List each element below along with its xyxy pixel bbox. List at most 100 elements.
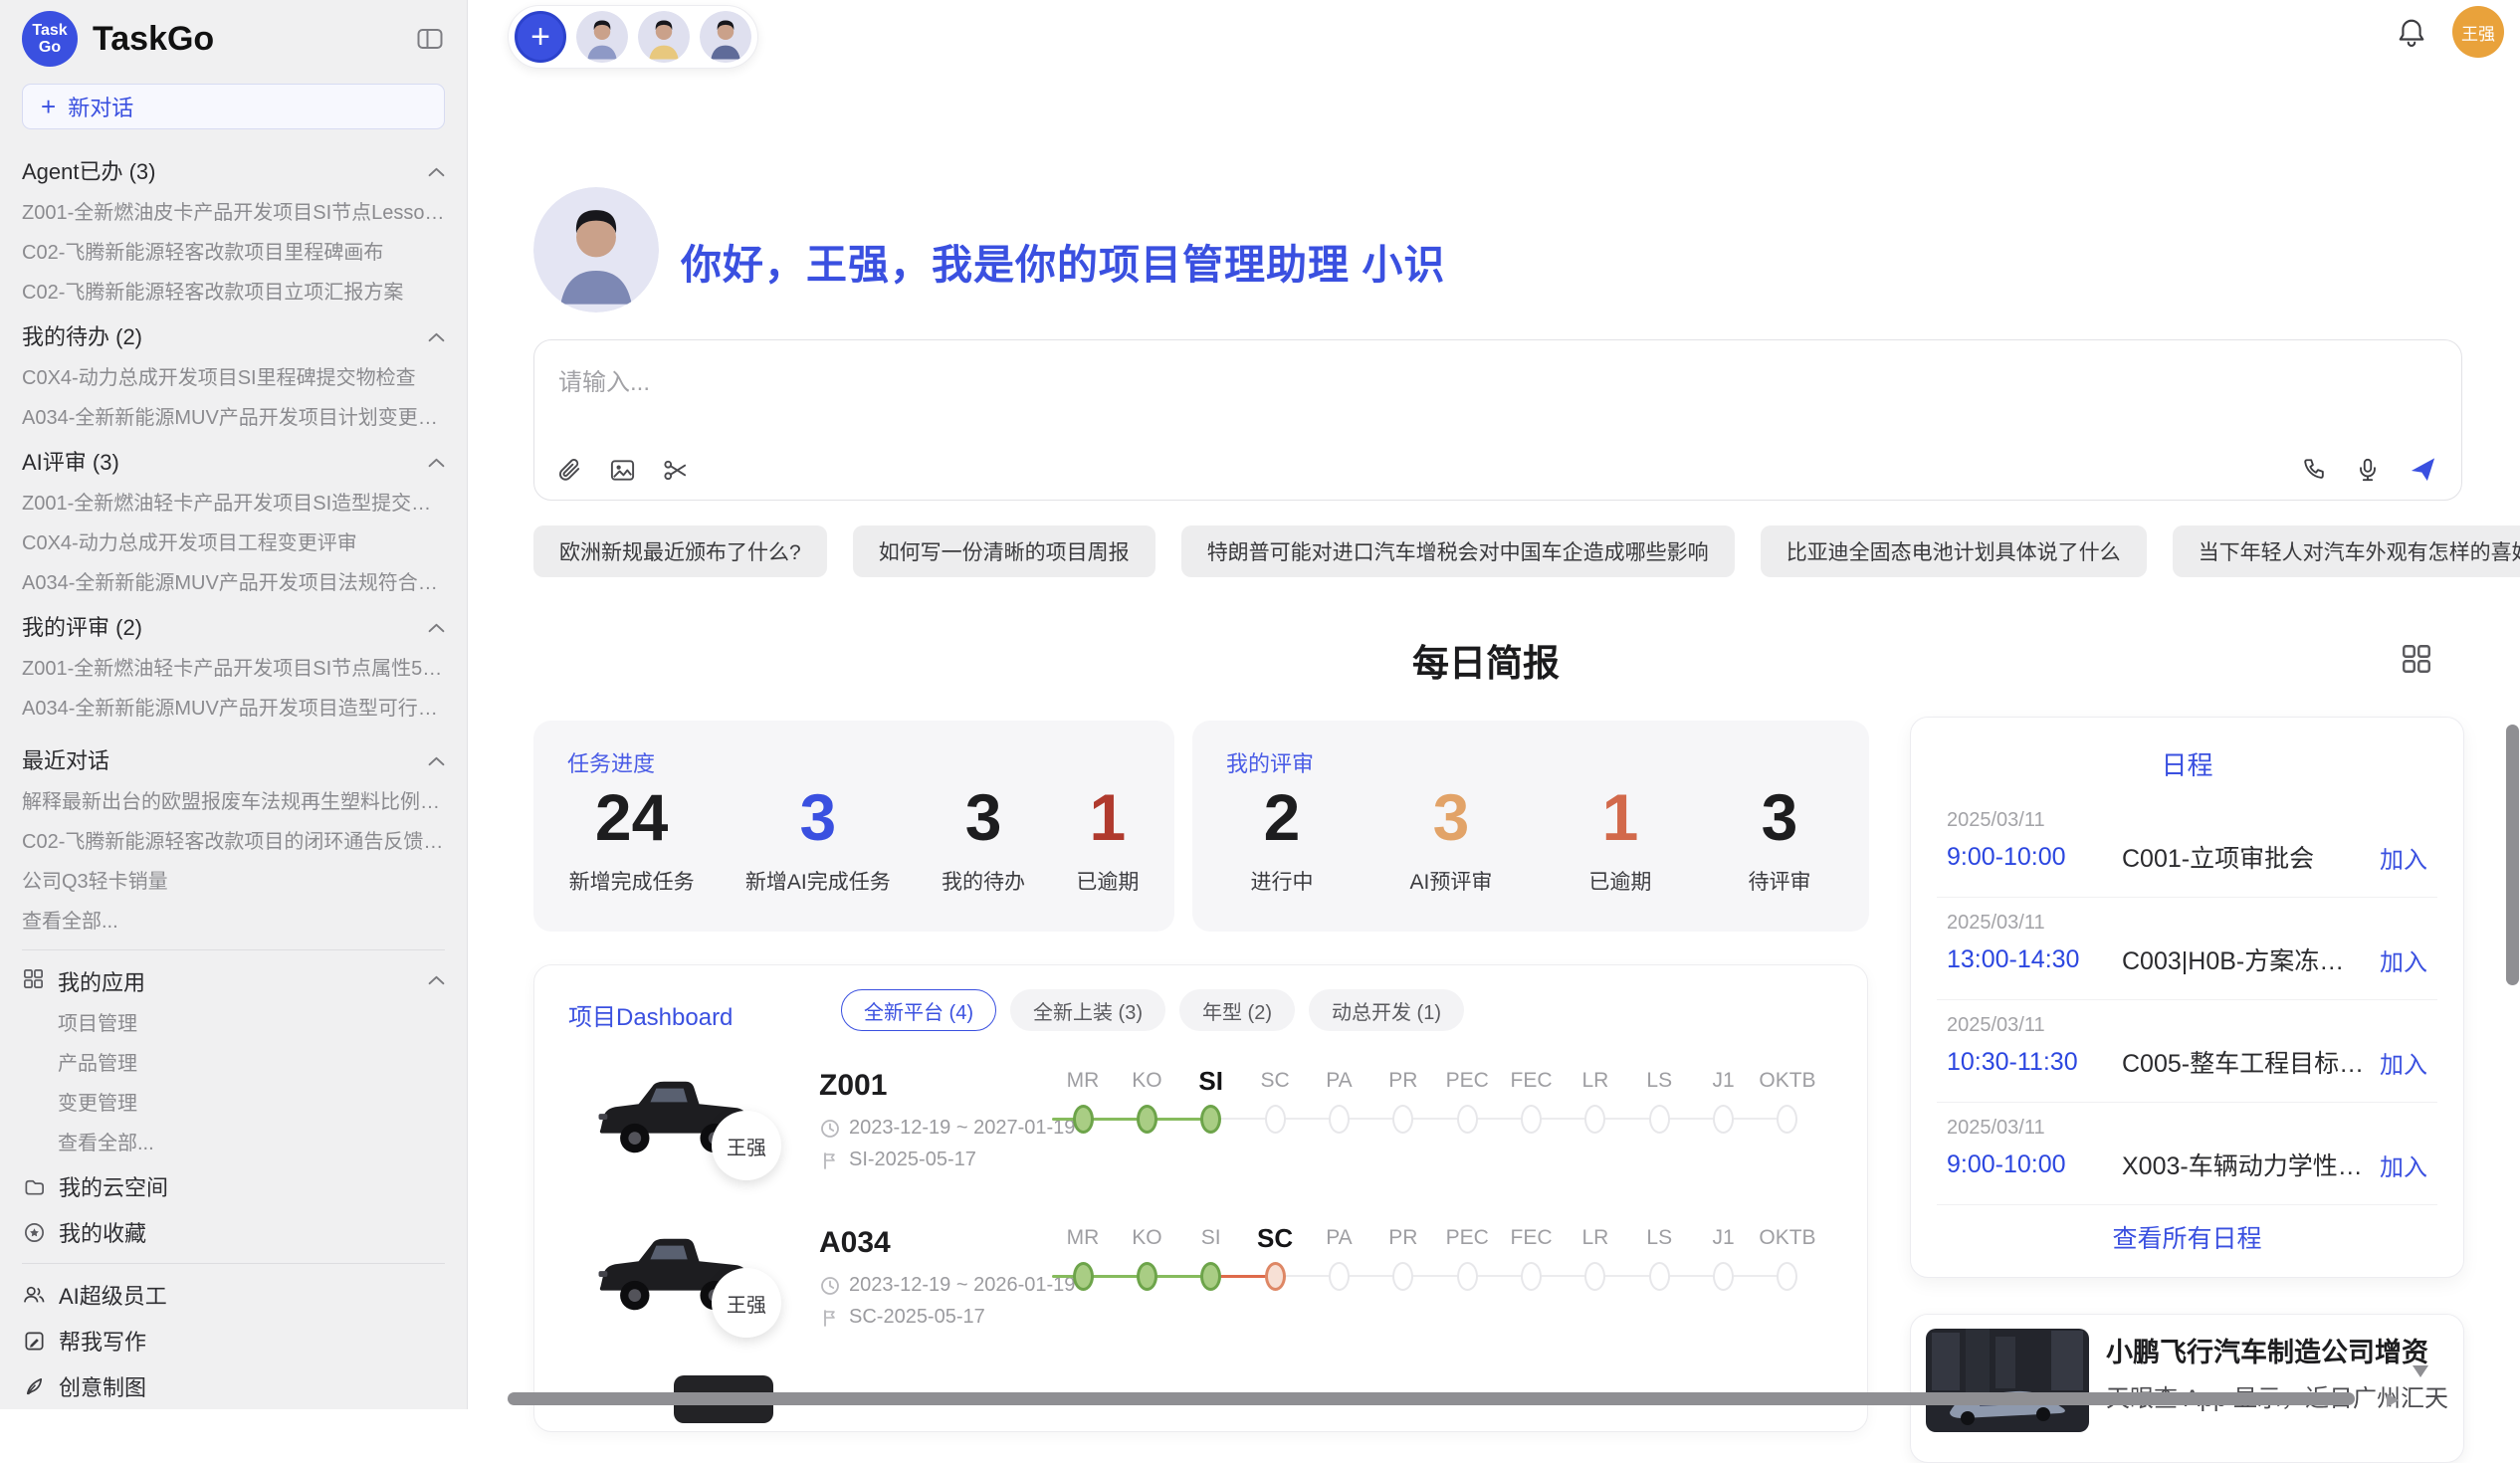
stat-label: 新增完成任务	[569, 866, 695, 896]
sidebar-item-writing[interactable]: 帮我写作	[0, 1318, 467, 1363]
suggestion-chip[interactable]: 比亚迪全固态电池计划具体说了什么	[1761, 525, 2147, 577]
sidebar-section-header[interactable]: 我的待办 (2)	[22, 313, 445, 358]
sidebar-item-favorites[interactable]: 我的收藏	[0, 1209, 467, 1255]
sidebar-item[interactable]: 解释最新出台的欧盟报废车法规再生塑料比例被调至15%...	[22, 782, 445, 822]
project-code[interactable]: A034	[819, 1226, 891, 1260]
milestone-node	[1265, 1105, 1286, 1134]
news-card[interactable]: 小鹏飞行汽车制造公司增资 天眼查 App 显示，近日广州汇天飞行汽...	[1910, 1314, 2464, 1463]
sidebar-subitem[interactable]: 产品管理	[58, 1044, 445, 1084]
milestone-node	[1521, 1262, 1542, 1291]
apps-grid-icon	[22, 967, 45, 995]
new-chat-button[interactable]: + 新对话	[22, 84, 445, 129]
phone-icon[interactable]	[2301, 457, 2327, 483]
milestone-label: MR	[1067, 1065, 1100, 1097]
sidebar-section-header[interactable]: Agent已办 (3)	[22, 147, 445, 193]
sidebar-section-header[interactable]: 最近对话	[22, 736, 445, 782]
user-avatar[interactable]: 王强	[2452, 6, 2504, 58]
horizontal-scrollbar[interactable]	[508, 1392, 2355, 1405]
task-progress-label: 任务进度	[567, 746, 655, 778]
vertical-scrollbar[interactable]	[2506, 725, 2519, 985]
milestone-node	[1073, 1105, 1094, 1134]
milestone-label: LS	[1646, 1065, 1672, 1097]
join-button[interactable]: 加入	[2380, 942, 2427, 977]
sidebar-item[interactable]: A034-全新新能源MUV产品开发项目计划变更表编写	[22, 398, 445, 438]
stat-label: 新增AI完成任务	[745, 866, 891, 896]
sidebar-item[interactable]: 查看全部...	[22, 902, 445, 941]
sidebar-item[interactable]: A034-全新新能源MUV产品开发项目造型可行性评审	[22, 689, 445, 729]
suggestion-chip[interactable]: 特朗普可能对进口汽车增税会对中国车企造成哪些影响	[1181, 525, 1735, 577]
milestone-label: OKTB	[1759, 1065, 1815, 1097]
add-agent-button[interactable]: +	[515, 11, 566, 63]
sidebar-item-my-apps[interactable]: 我的应用	[0, 958, 467, 1004]
milestone-columns: MRKOSISCPAPRPECFECLRLSJ1OKTB	[1052, 1222, 1818, 1291]
sidebar-item[interactable]: Z001-全新燃油轻卡产品开发项目SI节点属性5D文件评审	[22, 649, 445, 689]
attachment-icon[interactable]	[556, 457, 583, 484]
suggestion-chip[interactable]: 当下年轻人对汽车外观有怎样的喜好趋势	[2173, 525, 2520, 577]
sidebar-subitem[interactable]: 项目管理	[58, 1004, 445, 1044]
sidebar-item[interactable]: C0X4-动力总成开发项目SI里程碑提交物检查	[22, 358, 445, 398]
sidebar-item-ai-staff[interactable]: AI超级员工	[0, 1272, 467, 1318]
image-icon[interactable]	[609, 457, 636, 484]
suggestion-chip[interactable]: 如何写一份清晰的项目周报	[853, 525, 1155, 577]
scissors-icon[interactable]	[662, 457, 689, 484]
milestone: LR	[1565, 1065, 1626, 1134]
milestone: SC	[1244, 1222, 1306, 1291]
scroll-right-arrow-icon[interactable]	[2387, 1393, 2399, 1407]
milestone: SC	[1244, 1065, 1306, 1134]
creative-drawing-label: 创意制图	[59, 1370, 146, 1402]
milestone: MR	[1052, 1065, 1114, 1134]
input-attachments	[556, 457, 689, 484]
sidebar-item[interactable]: C02-飞腾新能源轻客改款项目的闭环通告反馈情况	[22, 822, 445, 862]
sidebar-item[interactable]: Z001-全新燃油轻卡产品开发项目SI造型提交物评审	[22, 484, 445, 523]
send-icon[interactable]	[2409, 455, 2437, 484]
microphone-icon[interactable]	[2355, 457, 2381, 483]
chevron-up-icon	[428, 613, 445, 639]
sidebar-item[interactable]: C0X4-动力总成开发项目工程变更评审	[22, 523, 445, 563]
sidebar-section-label: Agent已办 (3)	[22, 154, 156, 186]
avatar-teammate-1[interactable]	[576, 11, 628, 63]
sidebar-section-header[interactable]: 我的评审 (2)	[22, 603, 445, 649]
milestone-label: KO	[1132, 1065, 1161, 1097]
sidebar-item[interactable]: 公司Q3轻卡销量	[22, 862, 445, 902]
sidebar-item[interactable]: C02-飞腾新能源轻客改款项目立项汇报方案	[22, 273, 445, 313]
sidebar-item[interactable]: A034-全新新能源MUV产品开发项目法规符合性评审	[22, 563, 445, 603]
filter-chip[interactable]: 年型 (2)	[1179, 989, 1295, 1031]
milestone: SI	[1180, 1065, 1242, 1134]
sidebar-subitem[interactable]: 查看全部...	[58, 1124, 445, 1163]
milestone: PA	[1308, 1065, 1369, 1134]
sidebar-item-cloud-space[interactable]: 我的云空间	[0, 1163, 467, 1209]
avatar-teammate-2[interactable]	[638, 11, 690, 63]
chat-input[interactable]	[556, 360, 2149, 424]
milestone-node	[1392, 1105, 1413, 1134]
chevron-up-icon	[428, 448, 445, 474]
suggestion-chip[interactable]: 欧洲新规最近颁布了什么?	[533, 525, 827, 577]
scroll-down-arrow-icon[interactable]	[2413, 1365, 2428, 1377]
avatar-teammate-3[interactable]	[700, 11, 751, 63]
sidebar-collapse-icon[interactable]	[415, 24, 445, 54]
layout-grid-icon[interactable]	[2399, 641, 2434, 677]
milestone-node	[1073, 1262, 1094, 1291]
sidebar-subitem[interactable]: 变更管理	[58, 1084, 445, 1124]
greeting-text: 你好，王强，我是你的项目管理助理 小识	[681, 231, 1445, 291]
join-button[interactable]: 加入	[2380, 1045, 2427, 1080]
milestone-label: LR	[1581, 1222, 1608, 1254]
join-button[interactable]: 加入	[2380, 840, 2427, 875]
app-logo-icon: Task Go	[22, 11, 78, 67]
filter-chip[interactable]: 动总开发 (1)	[1309, 989, 1464, 1031]
chevron-up-icon[interactable]	[428, 972, 445, 990]
sidebar-item[interactable]: Z001-全新燃油皮卡产品开发项目SI节点Lesson Learn报告	[22, 193, 445, 233]
sidebar-section-header[interactable]: AI评审 (3)	[22, 438, 445, 484]
join-button[interactable]: 加入	[2380, 1148, 2427, 1182]
milestone-node	[1457, 1105, 1478, 1134]
stat-value: 3	[799, 778, 836, 856]
milestone: J1	[1693, 1222, 1755, 1291]
notification-bell-icon[interactable]	[2397, 17, 2426, 47]
milestone-node	[1137, 1105, 1157, 1134]
project-code[interactable]: Z001	[819, 1069, 887, 1103]
filter-chip[interactable]: 全新上装 (3)	[1010, 989, 1165, 1031]
milestone: PA	[1308, 1222, 1369, 1291]
filter-chip[interactable]: 全新平台 (4)	[841, 989, 996, 1031]
sidebar-item-creative-drawing[interactable]: 创意制图	[0, 1363, 467, 1409]
sidebar-item[interactable]: C02-飞腾新能源轻客改款项目里程碑画布	[22, 233, 445, 273]
view-all-schedule-link[interactable]: 查看所有日程	[1911, 1219, 2463, 1255]
